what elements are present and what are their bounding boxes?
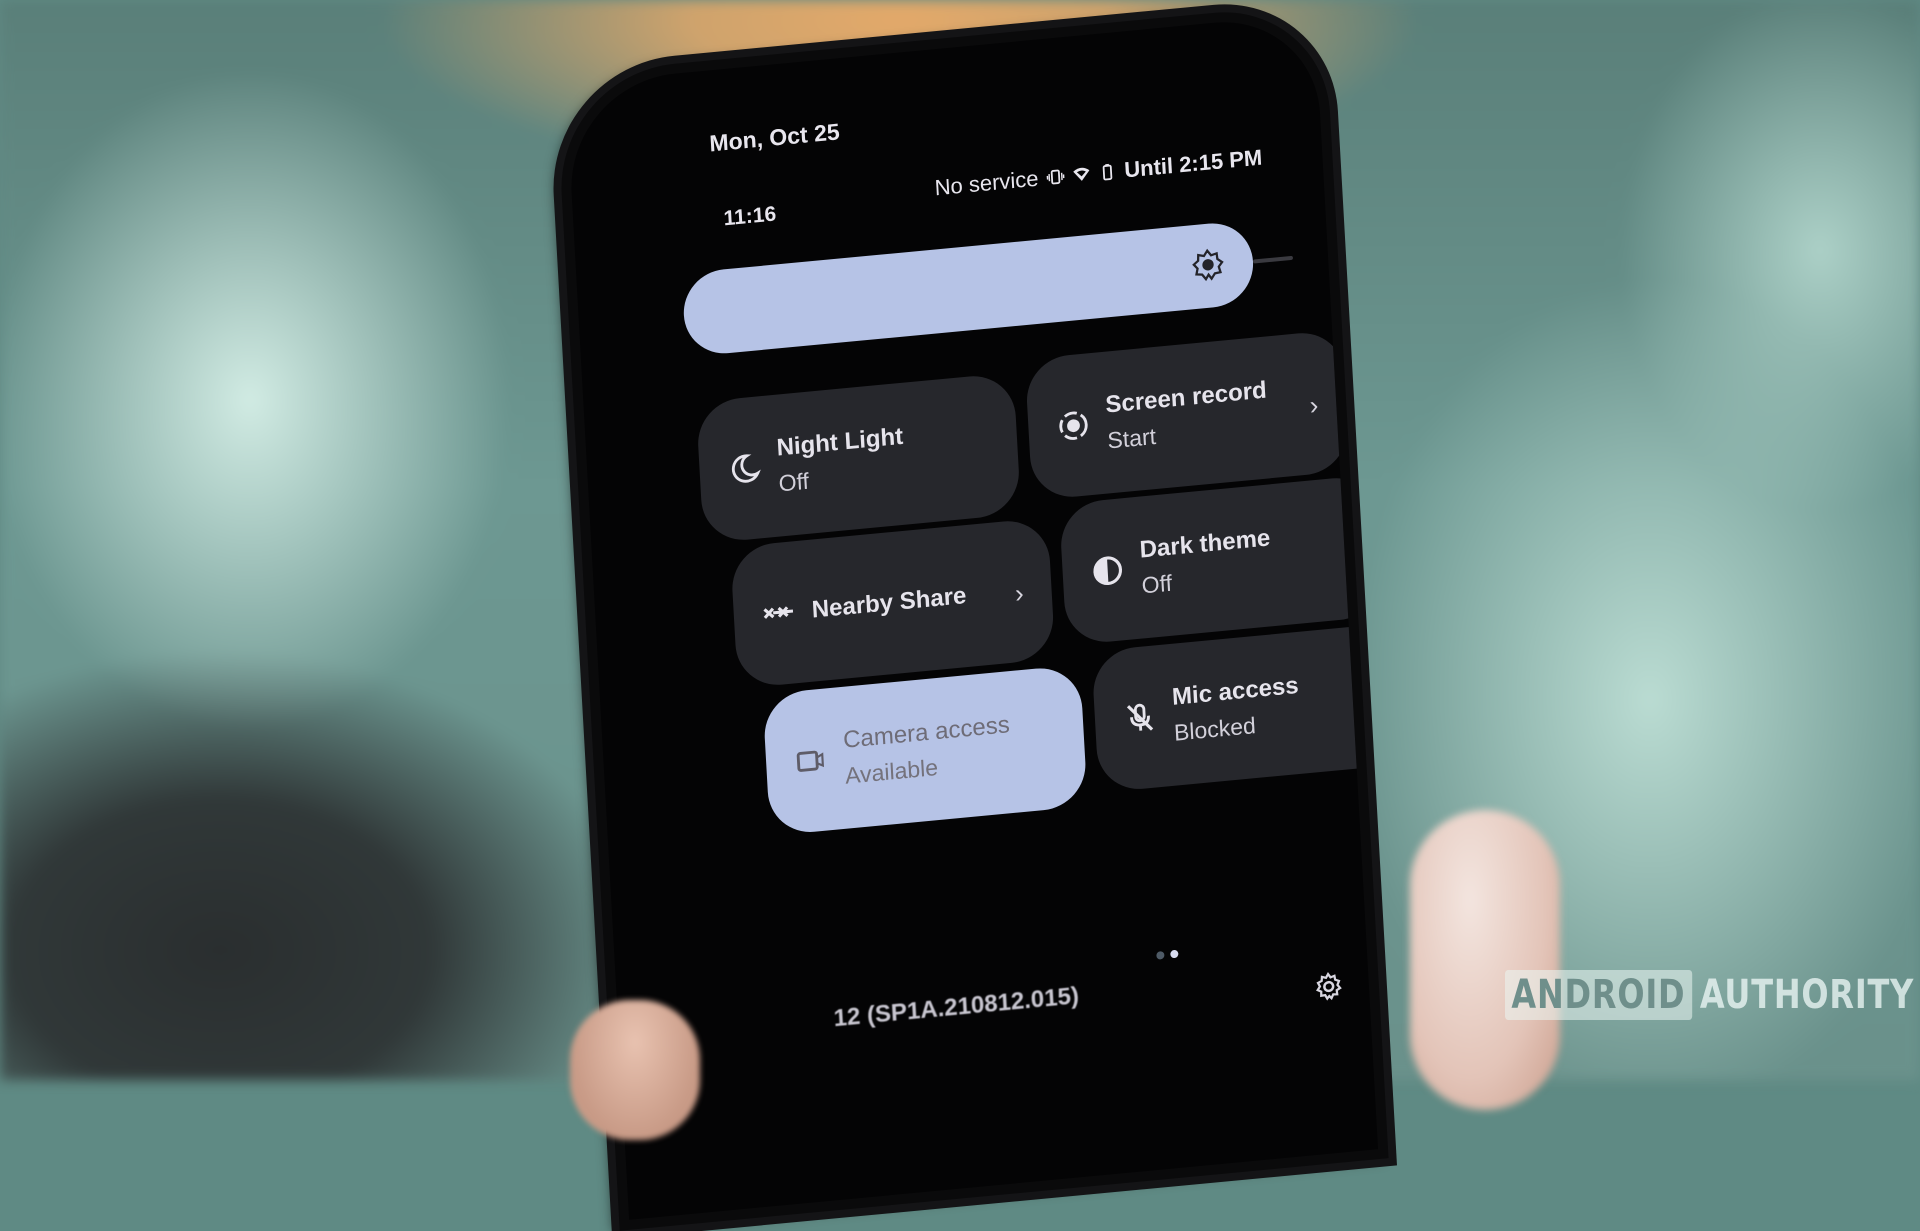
tile-label: Screen record: [1104, 376, 1268, 419]
page-dot: [1156, 950, 1165, 960]
page-indicator: [1156, 949, 1179, 960]
tile-label: Mic access: [1171, 671, 1300, 711]
tile-label: Dark theme: [1138, 523, 1271, 564]
vibrate-icon: [1046, 169, 1065, 185]
tile-state: Off: [777, 467, 810, 497]
status-bar: No service Until 2:15 PM: [934, 145, 1263, 202]
battery-time-text: Until 2:15 PM: [1123, 144, 1263, 183]
tile-night-light[interactable]: Night Light Off: [695, 372, 1022, 544]
contrast-icon: [1093, 556, 1123, 586]
settings-icon[interactable]: [1313, 970, 1345, 1003]
tile-label: Nearby Share: [811, 582, 968, 624]
watermark-part-1: ANDROID: [1505, 970, 1692, 1020]
brightness-slider[interactable]: [681, 219, 1256, 358]
moon-icon: [731, 454, 761, 483]
tile-screen-record[interactable]: Screen record Start ›: [1024, 329, 1351, 501]
chevron-right-icon[interactable]: ›: [1014, 578, 1024, 610]
tile-label: Camera access: [842, 710, 1011, 754]
nearby-share-icon: [763, 606, 794, 619]
watermark-part-2: AUTHORITY: [1699, 972, 1915, 1018]
tile-label: Night Light: [775, 422, 904, 462]
carrier-text: No service: [933, 165, 1040, 201]
camera-icon: [796, 750, 825, 772]
battery-icon: [1102, 163, 1113, 181]
page-dot-current: [1170, 949, 1179, 959]
tile-dark-theme[interactable]: Dark theme Off: [1058, 474, 1379, 646]
tile-state: Off: [1140, 569, 1173, 598]
screen-record-icon: [1059, 411, 1088, 440]
tile-mic-access[interactable]: Mic access Blocked: [1091, 621, 1379, 793]
clock-text[interactable]: 11:16: [723, 202, 777, 231]
date-text[interactable]: Mon, Oct 25: [709, 118, 841, 157]
chevron-right-icon[interactable]: ›: [1309, 390, 1319, 422]
tile-nearby-share[interactable]: Nearby Share ›: [730, 517, 1056, 689]
brightness-icon: [1192, 248, 1224, 282]
tile-state: Blocked: [1173, 711, 1257, 746]
hand-finger: [1410, 810, 1560, 1110]
hand-thumb: [570, 1000, 700, 1140]
build-number[interactable]: 12 (SP1A.210812.015): [833, 982, 1080, 1033]
tile-state: Available: [844, 753, 939, 789]
wifi-icon: [1073, 167, 1090, 181]
mic-off-icon: [1126, 703, 1154, 731]
tile-camera-access[interactable]: Camera access Available: [762, 664, 1088, 836]
tile-state: Start: [1106, 422, 1157, 453]
watermark: ANDROID AUTHORITY: [1505, 970, 1914, 1020]
brightness-track[interactable]: [1252, 255, 1294, 264]
